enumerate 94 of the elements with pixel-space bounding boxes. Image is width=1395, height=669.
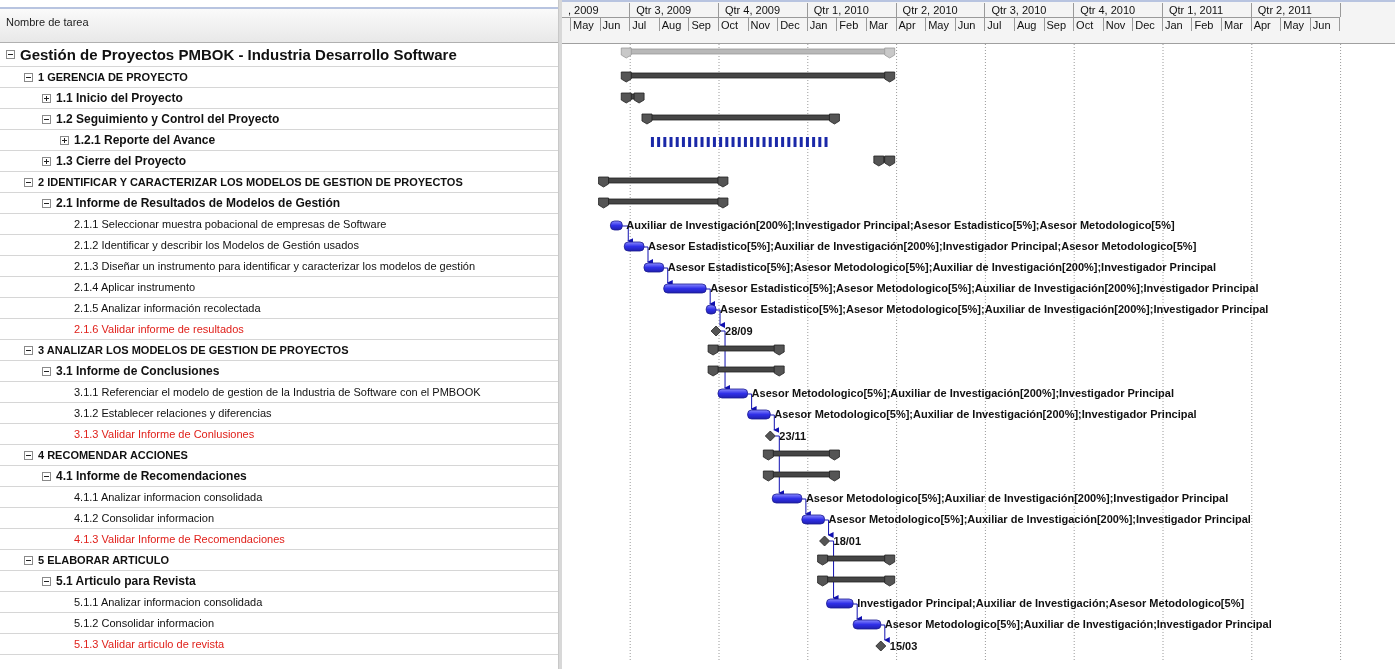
resource-label: Auxiliar de Investigación[200%];Investigador Principal;Asesor Estadistico[5%];Asesor Metodologico[5%] [626, 219, 1175, 231]
task-name: 3.1.2 Establecer relaciones y diferencias [74, 407, 272, 419]
milestone-date: 28/09 [725, 325, 753, 337]
task-name: 5.1.2 Consolidar informacion [74, 617, 215, 629]
task-name: 3 ANALIZAR LOS MODELOS DE GESTION DE PROYECTOS [38, 344, 349, 356]
quarter-label: Qtr 2, 2011 [1251, 3, 1341, 17]
resource-label: Asesor Estadistico[5%];Asesor Metodologico[5%];Auxiliar de Investigación[200%];Investigador Principal [720, 303, 1269, 315]
collapse-icon[interactable] [42, 366, 51, 376]
column-header: Nombre de tarea [6, 16, 89, 28]
task-name: 2.1.2 Identificar y describir los Modelos de Gestión usados [74, 239, 359, 251]
task-name: 5.1.1 Analizar informacion consolidada [74, 596, 263, 608]
resource-label: Asesor Metodologico[5%];Auxiliar de Investigación;Investigador Principal [884, 618, 1272, 630]
quarter-label: Qtr 3, 2009 [630, 3, 719, 17]
collapse-icon[interactable] [24, 450, 33, 460]
quarter-label: Qtr 1, 2011 [1162, 3, 1252, 17]
collapse-icon[interactable] [24, 345, 33, 355]
task-name: 1.2.1 Reporte del Avance [74, 133, 216, 147]
expand-icon[interactable] [42, 156, 51, 166]
resource-label: Asesor Metodologico[5%];Auxiliar de Investigación[200%];Investigador Principal [751, 387, 1174, 399]
quarter-label: Qtr 1, 2010 [807, 3, 897, 17]
collapse-icon[interactable] [42, 576, 51, 586]
quarter-label: Qtr 4, 2009 [719, 3, 808, 17]
month-label: Jun [600, 17, 631, 31]
milestone-date: 15/03 [889, 640, 918, 652]
task-name: 4.1.2 Consolidar informacion [74, 512, 215, 524]
month-label: Dec [1133, 17, 1163, 31]
task-name: 4.1.1 Analizar informacion consolidada [74, 491, 263, 503]
month-label: Sep [1044, 17, 1075, 31]
collapse-icon[interactable] [24, 72, 33, 82]
month-label: Aug [659, 17, 690, 31]
month-label: Feb [837, 17, 867, 31]
task-name: 2 IDENTIFICAR Y CARACTERIZAR LOS MODELOS DE GESTION DE PROYECTOS [38, 176, 463, 188]
month-label: Jan [807, 17, 838, 31]
collapse-icon[interactable] [6, 50, 15, 59]
task-name: 3.1 Informe de Conclusiones [56, 364, 220, 378]
month-label: Aug [1014, 17, 1045, 31]
resource-label: Asesor Estadistico[5%];Asesor Metodologico[5%];Auxiliar de Investigación[200%];Investigador Principal [710, 282, 1259, 294]
task-name: 5 ELABORAR ARTICULO [38, 554, 169, 566]
month-label: Mar [1222, 17, 1252, 31]
expand-icon[interactable] [60, 135, 69, 145]
month-label: Oct [1074, 17, 1104, 31]
task-name: 2.1 Informe de Resultados de Modelos de Gestión [56, 196, 341, 210]
resource-label: Asesor Estadistico[5%];Asesor Metodologico[5%];Auxiliar de Investigación[200%];Investigador Principal [667, 261, 1217, 273]
month-label: Jan [1162, 17, 1193, 31]
collapse-icon[interactable] [42, 114, 51, 124]
task-name: 1.1 Inicio del Proyecto [56, 91, 183, 105]
month-label: Feb [1192, 17, 1223, 31]
resource-label: Asesor Metodologico[5%];Auxiliar de Investigación[200%];Investigador Principal [805, 492, 1229, 504]
resource-label: Asesor Estadistico[5%];Auxiliar de Investigación[200%];Investigador Principal;Asesor Metodologico[5%] [648, 240, 1197, 252]
milestone-date: 23/11 [779, 430, 807, 442]
month-label: Dec [778, 17, 808, 31]
quarter-label: Qtr 3, 2010 [985, 3, 1075, 17]
task-name: 2.1.6 Validar informe de resultados [74, 323, 244, 335]
collapse-icon[interactable] [24, 177, 33, 187]
task-name: 1 GERENCIA DE PROYECTO [38, 71, 188, 83]
collapse-icon[interactable] [24, 555, 33, 565]
task-name: 5.1 Articulo para Revista [56, 574, 196, 588]
month-label: Jul [985, 17, 1015, 31]
task-name: 2.1.5 Analizar información recolectada [74, 302, 261, 314]
task-name: 2.1.4 Aplicar instrumento [74, 281, 196, 293]
task-name: 1.2 Seguimiento y Control del Proyecto [56, 112, 280, 126]
task-name: Gestión de Proyectos PMBOK - Industria Desarrollo Software [20, 46, 457, 63]
quarter-label: Qtr 4, 2010 [1074, 3, 1163, 17]
task-name: 2.1.3 Diseñar un instrumento para identificar y caracterizar los modelos de gestión [74, 260, 476, 272]
quarter-label: Qtr 2, 2010 [896, 3, 986, 17]
task-name: 1.3 Cierre del Proyecto [56, 154, 187, 168]
task-name: 3.1.1 Referenciar el modelo de gestion de la Industria de Software con el PMBOOK [74, 386, 481, 398]
resource-label: Investigador Principal;Auxiliar de Investigación;Asesor Metodologico[5%] [857, 597, 1245, 609]
task-name: 4.1.3 Validar Informe de Recomendaciones [74, 533, 285, 545]
collapse-icon[interactable] [42, 198, 51, 208]
resource-label: Asesor Metodologico[5%];Auxiliar de Investigación[200%];Investigador Principal [828, 513, 1251, 525]
month-label: Jun [1310, 17, 1341, 31]
month-label: Jul [630, 17, 660, 31]
month-label: Sep [689, 17, 719, 31]
resource-label: Asesor Metodologico[5%];Auxiliar de Investigación[200%];Investigador Principal [774, 408, 1197, 420]
task-name: 2.1.1 Seleccionar muestra pobacional de empresas de Software [74, 218, 387, 230]
quarter-label: , 2009 [562, 3, 631, 17]
month-label: May [926, 17, 956, 31]
task-name: 4.1 Informe de Recomendaciones [56, 469, 247, 483]
month-label: Apr [1251, 17, 1282, 31]
month-label: Oct [718, 17, 749, 31]
collapse-icon[interactable] [42, 471, 51, 481]
milestone-date: 18/01 [833, 535, 862, 547]
task-name: 5.1.3 Validar articulo de revista [74, 638, 225, 650]
month-label: May [571, 17, 601, 31]
month-label: Jun [955, 17, 986, 31]
month-label: Mar [866, 17, 897, 31]
month-label: Nov [1103, 17, 1134, 31]
month-label: Nov [748, 17, 779, 31]
task-name: 3.1.3 Validar Informe de Conlusiones [74, 428, 255, 440]
month-label: May [1281, 17, 1311, 31]
expand-icon[interactable] [42, 93, 51, 103]
month-label: Apr [896, 17, 927, 31]
task-name: 4 RECOMENDAR ACCIONES [38, 449, 188, 461]
